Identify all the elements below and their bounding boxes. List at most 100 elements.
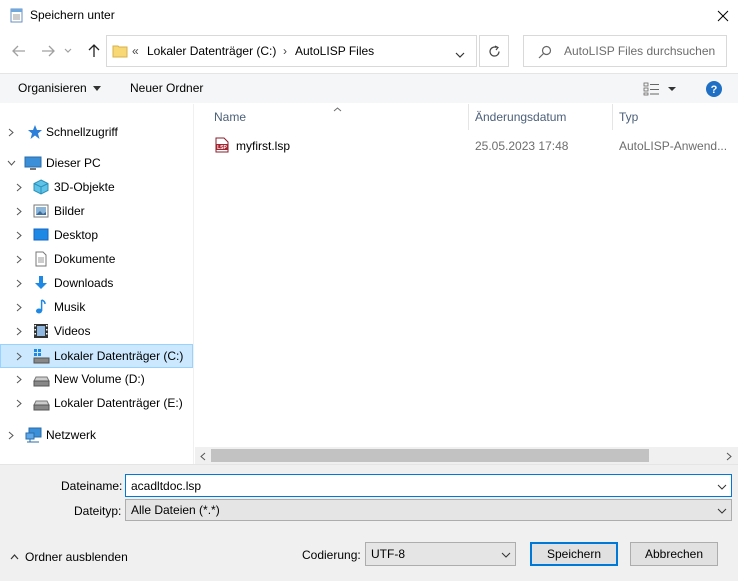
up-button[interactable] [83, 40, 105, 62]
address-dropdown-button[interactable] [455, 48, 465, 62]
nav-label: Bilder [54, 204, 85, 218]
chevron-right-icon[interactable] [14, 254, 24, 264]
filename-field[interactable]: acadltdoc.lsp [125, 474, 732, 497]
nav-3d-objects[interactable]: 3D-Objekte [0, 176, 193, 198]
arrow-right-icon [42, 45, 55, 57]
search-placeholder: AutoLISP Files durchsuchen [564, 44, 716, 58]
navigation-pane[interactable]: Schnellzugriff Dieser PC 3D-Objekte Bild… [0, 104, 194, 464]
refresh-button[interactable] [479, 35, 509, 67]
file-row[interactable]: LSP myfirst.lsp 25.05.2023 17:48 AutoLIS… [195, 134, 738, 156]
view-options-button[interactable] [643, 82, 679, 99]
file-list[interactable]: Name Änderungsdatum Typ LSP myfirst.lsp … [195, 104, 738, 464]
column-name[interactable]: Name [214, 110, 246, 124]
address-bar[interactable]: « Lokaler Datenträger (C:) › AutoLISP Fi… [106, 35, 477, 67]
arrow-up-icon [88, 44, 100, 57]
nav-label: Netzwerk [46, 428, 97, 442]
drive-icon [33, 395, 50, 411]
forward-button[interactable] [37, 40, 59, 62]
chevron-right-icon[interactable] [14, 326, 24, 336]
music-icon [33, 299, 50, 315]
chevron-down-icon[interactable] [717, 479, 727, 493]
new-folder-button[interactable]: Neuer Ordner [130, 81, 203, 95]
organize-button[interactable]: Organisieren [18, 81, 101, 95]
chevron-down-icon[interactable] [6, 158, 16, 168]
desktop-icon [33, 227, 50, 243]
computer-icon [24, 155, 42, 171]
file-date: 25.05.2023 17:48 [475, 139, 569, 153]
chevron-right-icon[interactable] [14, 206, 24, 216]
hide-folders-button[interactable]: Ordner ausblenden [10, 550, 128, 564]
save-button[interactable]: Speichern [530, 542, 618, 566]
filetype-select[interactable]: Alle Dateien (*.*) [125, 499, 732, 521]
folder-icon [112, 43, 128, 62]
encoding-select[interactable]: UTF-8 [365, 542, 516, 566]
details-view-icon [643, 82, 676, 96]
nav-drive-c[interactable]: Lokaler Datenträger (C:) [0, 344, 193, 368]
nav-label: Lokaler Datenträger (E:) [54, 396, 183, 410]
scroll-right-icon[interactable] [726, 450, 732, 464]
network-icon [25, 427, 42, 443]
chevron-right-icon[interactable] [6, 127, 16, 137]
downloads-icon [33, 275, 50, 291]
nav-label: Musik [54, 300, 86, 314]
breadcrumb-autolisp-files[interactable]: AutoLISP Files [295, 44, 374, 58]
hide-folders-label: Ordner ausblenden [25, 550, 128, 564]
nav-network[interactable]: Netzwerk [0, 424, 193, 446]
column-divider[interactable] [468, 104, 469, 130]
chevron-down-icon [717, 503, 727, 517]
notepad-icon [10, 7, 24, 23]
chevron-right-icon[interactable] [6, 430, 16, 440]
chevron-right-icon[interactable] [14, 278, 24, 288]
close-button[interactable] [708, 0, 738, 31]
nav-drive-d[interactable]: New Volume (D:) [0, 368, 193, 390]
nav-quick-access[interactable]: Schnellzugriff [0, 121, 193, 143]
nav-pictures[interactable]: Bilder [0, 200, 193, 222]
scrollbar-thumb[interactable] [211, 449, 649, 462]
nav-this-pc[interactable]: Dieser PC [0, 152, 193, 174]
nav-label: Videos [54, 324, 91, 338]
chevron-right-icon[interactable] [14, 374, 24, 384]
chevron-right-icon[interactable] [14, 182, 24, 192]
help-button[interactable]: ? [706, 81, 722, 100]
search-box[interactable]: AutoLISP Files durchsuchen [523, 35, 727, 67]
nav-downloads[interactable]: Downloads [0, 272, 193, 294]
window-title: Speichern unter [30, 8, 115, 22]
back-button[interactable] [8, 40, 30, 62]
chevron-down-icon [501, 547, 511, 561]
scroll-left-icon[interactable] [200, 450, 206, 464]
filetype-label: Dateityp: [74, 504, 122, 518]
horizontal-scrollbar[interactable] [195, 447, 738, 464]
organize-label: Organisieren [18, 81, 87, 95]
nav-desktop[interactable]: Desktop [0, 224, 193, 246]
svg-text:LSP: LSP [217, 145, 227, 151]
nav-documents[interactable]: Dokumente [0, 248, 193, 270]
address-overflow[interactable]: « [132, 44, 139, 58]
nav-music[interactable]: Musik [0, 296, 193, 318]
filename-value[interactable]: acadltdoc.lsp [131, 479, 201, 493]
column-divider[interactable] [612, 104, 613, 130]
nav-drive-e[interactable]: Lokaler Datenträger (E:) [0, 392, 193, 414]
close-icon [717, 10, 729, 21]
breadcrumb-drive-c[interactable]: Lokaler Datenträger (C:) [147, 44, 276, 58]
nav-label: Dokumente [54, 252, 116, 266]
nav-label: Lokaler Datenträger (C:) [54, 349, 184, 363]
nav-label: Desktop [54, 228, 99, 242]
svg-text:?: ? [711, 84, 718, 96]
nav-videos[interactable]: Videos [0, 320, 193, 342]
nav-label: Schnellzugriff [46, 125, 118, 139]
sort-ascending-icon [333, 104, 342, 114]
videos-icon [33, 323, 50, 339]
chevron-right-icon[interactable] [14, 398, 24, 408]
quick-access-star-icon [27, 124, 44, 140]
chevron-right-icon[interactable] [14, 230, 24, 240]
file-name[interactable]: myfirst.lsp [236, 139, 290, 153]
column-date[interactable]: Änderungsdatum [475, 110, 566, 124]
chevron-right-icon[interactable] [14, 302, 24, 312]
cancel-button[interactable]: Abbrechen [630, 542, 718, 566]
nav-label: 3D-Objekte [54, 180, 115, 194]
filename-label: Dateiname: [61, 479, 123, 493]
chevron-right-icon[interactable] [14, 351, 24, 361]
recent-locations-button[interactable] [61, 40, 75, 62]
encoding-value: UTF-8 [371, 547, 405, 561]
column-type[interactable]: Typ [619, 110, 638, 124]
